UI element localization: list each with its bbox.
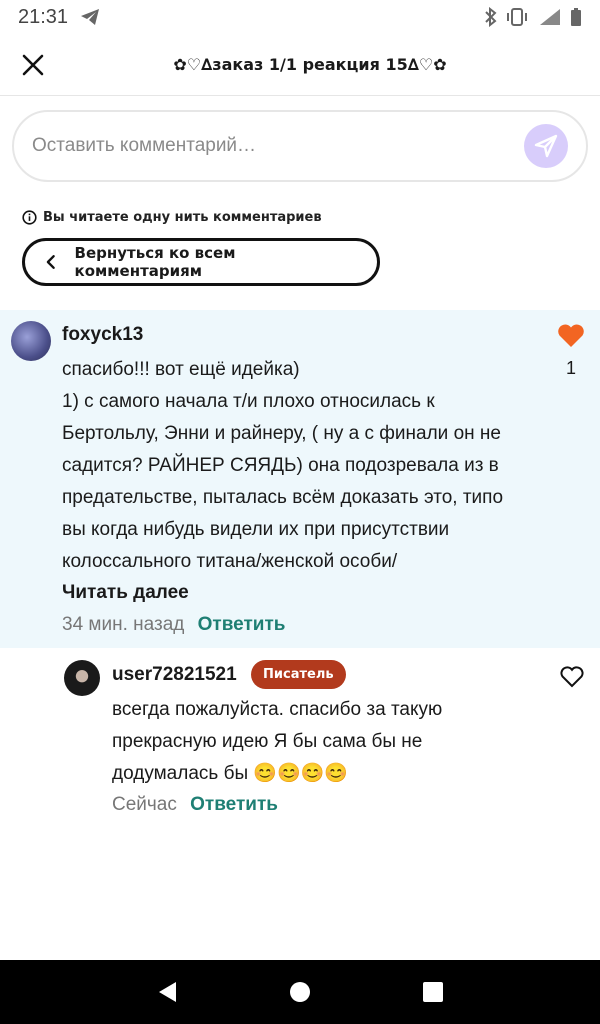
comment-username[interactable]: foxyck13 [62, 324, 143, 346]
main-comment: foxyck13 спасибо!!! вот ещё идейка) 1) с… [0, 310, 600, 648]
back-to-all-label: Вернуться ко всем комментариям [74, 244, 236, 280]
status-icons [484, 7, 582, 27]
avatar[interactable] [11, 321, 51, 361]
writer-badge: Писатель [251, 660, 346, 689]
chevron-left-icon [46, 255, 55, 269]
reply-username[interactable]: user72821521 [112, 664, 237, 686]
read-more-link[interactable]: Читать далее [62, 582, 189, 604]
send-icon [534, 134, 558, 158]
home-nav-icon[interactable] [289, 981, 311, 1003]
bluetooth-icon [485, 7, 497, 27]
like-area[interactable]: 1 [556, 324, 586, 379]
app-header: ✿♡∆заказ 1/1 реакция 15∆♡✿ [0, 34, 600, 96]
thread-note-text: Вы читаете одну нить комментариев [43, 210, 322, 225]
comment-text: спасибо!!! вот ещё идейка) 1) с самого н… [62, 359, 504, 572]
recents-nav-icon[interactable] [422, 981, 444, 1003]
reply-text: всегда пожалуйста. спасибо за такую прек… [112, 699, 443, 784]
like-count: 1 [565, 358, 576, 378]
close-button[interactable] [18, 50, 48, 80]
status-bar: 21:31 [0, 0, 600, 34]
telegram-icon [80, 8, 100, 26]
heart-outline-icon [560, 666, 584, 688]
avatar[interactable] [64, 660, 100, 696]
signal-icon [540, 9, 560, 25]
back-nav-icon[interactable] [156, 980, 178, 1004]
like-button[interactable] [560, 666, 584, 692]
heart-filled-icon [558, 324, 584, 347]
send-button[interactable] [524, 124, 568, 168]
comment-input[interactable] [32, 135, 524, 157]
reply-comment: user72821521 Писатель всегда пожалуйста.… [0, 648, 600, 828]
system-nav-bar [0, 960, 600, 1024]
close-icon [22, 54, 44, 76]
reply-meta: Сейчас Ответить [112, 794, 278, 816]
comment-input-box[interactable] [12, 110, 588, 182]
battery-icon [571, 8, 581, 26]
reply-button[interactable]: Ответить [198, 614, 286, 635]
comment-time: 34 мин. назад [62, 614, 185, 635]
vibrate-icon [507, 8, 527, 26]
comment-meta: 34 мин. назад Ответить [62, 614, 285, 636]
thread-note: Вы читаете одну нить комментариев [22, 210, 322, 225]
back-to-all-comments-button[interactable]: Вернуться ко всем комментариям [22, 238, 380, 286]
status-time: 21:31 [18, 5, 69, 28]
reply-button[interactable]: Ответить [190, 794, 278, 815]
info-icon [22, 210, 37, 225]
reply-time: Сейчас [112, 794, 177, 815]
page-title: ✿♡∆заказ 1/1 реакция 15∆♡✿ [173, 55, 447, 74]
